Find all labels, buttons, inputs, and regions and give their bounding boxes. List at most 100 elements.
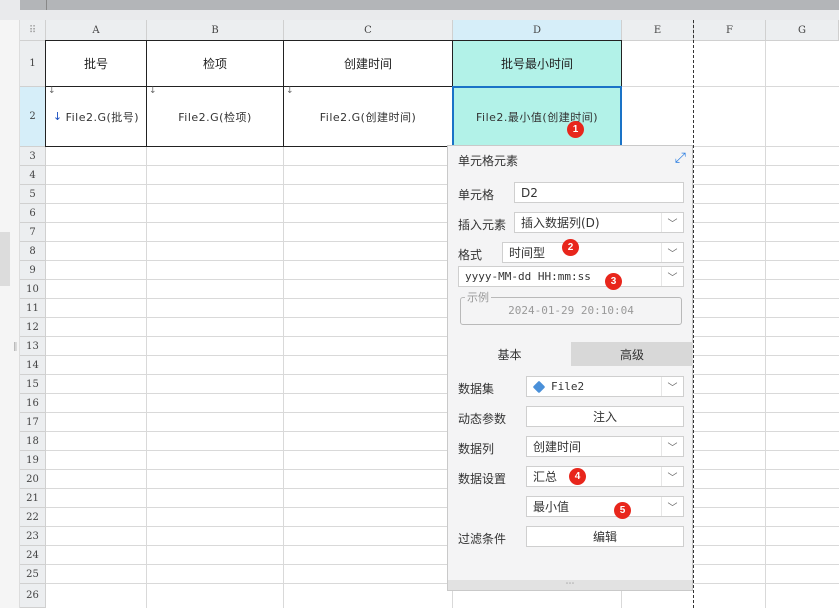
data-column-value: 创建时间 bbox=[533, 440, 582, 454]
column-header-e[interactable]: E bbox=[622, 20, 694, 41]
aggregate-value: 最小值 bbox=[533, 500, 570, 514]
row-header-12[interactable]: 12 bbox=[20, 318, 46, 337]
select-all-corner[interactable]: ⠿ bbox=[20, 20, 46, 41]
date-pattern-value: yyyy-MM-dd HH:mm:ss bbox=[465, 270, 591, 283]
callout-badge-1: 1 bbox=[567, 121, 584, 138]
row-header-7[interactable]: 7 bbox=[20, 223, 46, 242]
gridline bbox=[46, 336, 839, 337]
column-header-g[interactable]: G bbox=[766, 20, 839, 41]
row-header-23[interactable]: 23 bbox=[20, 527, 46, 546]
row-header-9[interactable]: 9 bbox=[20, 261, 46, 280]
row-header-4[interactable]: 4 bbox=[20, 166, 46, 185]
gridline bbox=[46, 450, 839, 451]
column-header-b[interactable]: B bbox=[147, 20, 284, 41]
cell-element-panel: 单元格元素 ⤢ 单元格 D2 插入元素 插入数据列(D) ﹀ 格式 时间型 ﹀ 2 … bbox=[447, 145, 693, 591]
insert-element-value: 插入数据列(D) bbox=[521, 216, 600, 230]
gridline bbox=[46, 260, 839, 261]
chevron-down-icon: ﹀ bbox=[661, 467, 683, 486]
data-setting-select[interactable]: 汇总 ﹀ bbox=[526, 466, 684, 487]
row-header-10[interactable]: 10 bbox=[20, 280, 46, 299]
example-value: 2024-01-29 20:10:04 bbox=[508, 304, 634, 317]
gridline bbox=[46, 374, 839, 375]
row-header-15[interactable]: 15 bbox=[20, 375, 46, 394]
spreadsheet-designer: ‖ ⠿ A B C D E F G 1 2 3 4 5 6 7 8 9 10 1… bbox=[0, 0, 839, 608]
cell-b2[interactable]: ↓ File2.G(检项) bbox=[146, 86, 284, 147]
gridline bbox=[46, 583, 839, 584]
column-header-f[interactable]: F bbox=[694, 20, 766, 41]
example-legend: 示例 bbox=[465, 289, 491, 305]
side-resize-grip[interactable]: ‖ bbox=[13, 342, 18, 352]
gridline bbox=[46, 412, 839, 413]
dynamic-param-label: 动态参数 bbox=[458, 412, 507, 426]
insert-element-select[interactable]: 插入数据列(D) ﹀ bbox=[514, 212, 684, 233]
chevron-down-icon: ﹀ bbox=[661, 243, 683, 262]
row-header-2[interactable]: 2 bbox=[20, 87, 46, 147]
gridline bbox=[46, 507, 839, 508]
row-header-14[interactable]: 14 bbox=[20, 356, 46, 375]
cell-d2[interactable]: File2.最小值(创建时间) bbox=[452, 86, 622, 147]
row-header-21[interactable]: 21 bbox=[20, 489, 46, 508]
row-header-13[interactable]: 13 bbox=[20, 337, 46, 356]
row-header-5[interactable]: 5 bbox=[20, 185, 46, 204]
cell-c2[interactable]: ↓ File2.G(创建时间) bbox=[283, 86, 453, 147]
row-header-22[interactable]: 22 bbox=[20, 508, 46, 527]
row-header-24[interactable]: 24 bbox=[20, 546, 46, 565]
side-panel-segment[interactable] bbox=[0, 232, 10, 286]
column-header-d[interactable]: D bbox=[453, 20, 622, 41]
row-header-3[interactable]: 3 bbox=[20, 147, 46, 166]
expand-marker-icon: ↓ bbox=[286, 86, 295, 96]
row-header-26[interactable]: 26 bbox=[20, 584, 46, 608]
row-header-1[interactable]: 1 bbox=[20, 41, 46, 87]
aggregate-select[interactable]: 最小值 ﹀ bbox=[526, 496, 684, 517]
dataset-select[interactable]: File2 ﹀ bbox=[526, 376, 684, 397]
chevron-down-icon: ﹀ bbox=[661, 377, 683, 396]
tab-advanced[interactable]: 高级 bbox=[571, 342, 693, 366]
row-header-8[interactable]: 8 bbox=[20, 242, 46, 261]
row-header-6[interactable]: 6 bbox=[20, 204, 46, 223]
cell-a2[interactable]: ↓ ↓ File2.G(批号) bbox=[45, 86, 147, 147]
cell-d1[interactable]: 批号最小时间 bbox=[452, 40, 622, 87]
cell-c1[interactable]: 创建时间 bbox=[283, 40, 453, 87]
column-header-c[interactable]: C bbox=[284, 20, 453, 41]
expand-marker-icon: ↓ bbox=[48, 86, 57, 96]
cell-a2-text: File2.G(批号) bbox=[65, 110, 140, 124]
expand-icon[interactable]: ⤢ bbox=[675, 150, 686, 166]
row-header-17[interactable]: 17 bbox=[20, 413, 46, 432]
dataset-value: File2 bbox=[551, 380, 585, 393]
cell-c2-text: File2.G(创建时间) bbox=[319, 110, 417, 124]
callout-badge-2: 2 bbox=[562, 239, 579, 256]
filter-edit-button[interactable]: 编辑 bbox=[526, 526, 684, 547]
tab-basic[interactable]: 基本 bbox=[448, 342, 571, 366]
gridline bbox=[46, 526, 839, 527]
gridline bbox=[46, 298, 839, 299]
row-header-16[interactable]: 16 bbox=[20, 394, 46, 413]
left-side-strip: ‖ bbox=[0, 20, 20, 608]
column-header-a[interactable]: A bbox=[46, 20, 147, 41]
cell-a1[interactable]: 批号 bbox=[45, 40, 147, 87]
row-header-18[interactable]: 18 bbox=[20, 432, 46, 451]
gridline bbox=[46, 393, 839, 394]
cell-field[interactable]: D2 bbox=[514, 182, 684, 203]
gridline bbox=[46, 222, 839, 223]
data-setting-value: 汇总 bbox=[533, 470, 558, 484]
gridline bbox=[46, 241, 839, 242]
data-column-select[interactable]: 创建时间 ﹀ bbox=[526, 436, 684, 457]
row-header-25[interactable]: 25 bbox=[20, 565, 46, 584]
date-pattern-select[interactable]: yyyy-MM-dd HH:mm:ss ﹀ bbox=[458, 266, 684, 287]
row-header-20[interactable]: 20 bbox=[20, 470, 46, 489]
top-toolbar-strip bbox=[0, 0, 839, 20]
expand-marker-icon: ↓ bbox=[149, 86, 158, 96]
row-header-19[interactable]: 19 bbox=[20, 451, 46, 470]
chevron-down-icon: ﹀ bbox=[661, 213, 683, 232]
cell-b1[interactable]: 检项 bbox=[146, 40, 284, 87]
gridline bbox=[46, 184, 839, 185]
format-select[interactable]: 时间型 ﹀ bbox=[502, 242, 684, 263]
inject-button[interactable]: 注入 bbox=[526, 406, 684, 427]
gridline bbox=[46, 469, 839, 470]
panel-resize-grip[interactable]: ⋯ bbox=[448, 580, 692, 590]
gridline bbox=[46, 203, 839, 204]
row-header-11[interactable]: 11 bbox=[20, 299, 46, 318]
page-break-line bbox=[693, 20, 694, 608]
insert-element-label: 插入元素 bbox=[458, 218, 507, 232]
gridline bbox=[46, 564, 839, 565]
